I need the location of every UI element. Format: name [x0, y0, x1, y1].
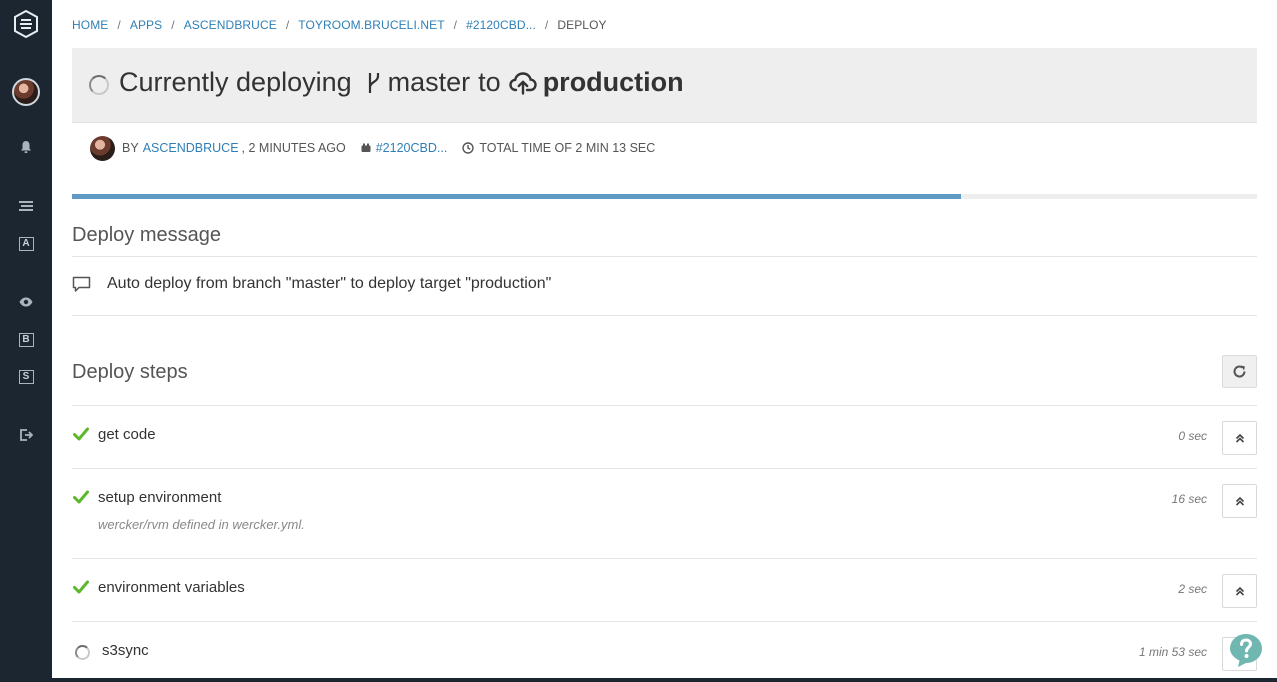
- step-duration: 1 min 53 sec: [1138, 645, 1207, 659]
- deploy-header: Currently deploying master to production: [72, 48, 1257, 123]
- window-bottom-edge: [52, 678, 1277, 682]
- check-icon: [73, 427, 89, 446]
- sidebar-item-s[interactable]: S: [0, 367, 52, 387]
- author-link[interactable]: ASCENDBRUCE: [143, 141, 239, 155]
- time-ago: , 2 MINUTES AGO: [241, 141, 346, 155]
- breadcrumb-separator: /: [117, 18, 121, 32]
- breadcrumb-separator: /: [285, 18, 290, 32]
- page-title: Currently deploying master to production: [89, 67, 684, 98]
- check-icon: [73, 490, 89, 509]
- clock-icon: [462, 142, 475, 154]
- refresh-button[interactable]: [1222, 355, 1257, 388]
- title-connector: to: [478, 67, 501, 97]
- collapse-button[interactable]: [1222, 421, 1257, 455]
- cloud-upload-icon: [508, 71, 537, 95]
- chevron-double-up-icon: [1235, 586, 1245, 596]
- step-duration: 2 sec: [1178, 582, 1207, 596]
- sidebar-item-b[interactable]: B: [0, 330, 52, 350]
- help-chat-icon[interactable]: [1228, 632, 1264, 668]
- breadcrumb-home[interactable]: HOME: [72, 18, 108, 32]
- deploy-progress-fill: [72, 194, 961, 199]
- deploy-message-text: Auto deploy from branch "master" to depl…: [107, 275, 552, 292]
- sign-out-icon[interactable]: [0, 425, 52, 445]
- loading-spinner-icon: [89, 74, 109, 95]
- avatar: [12, 78, 40, 106]
- breadcrumb-user[interactable]: ASCENDBRUCE: [184, 18, 277, 32]
- title-prefix: Currently deploying: [119, 67, 352, 97]
- collapse-button[interactable]: [1222, 574, 1257, 608]
- deploy-progress-bar: [72, 194, 1257, 199]
- refresh-icon: [1232, 364, 1247, 379]
- collapse-button[interactable]: [1222, 484, 1257, 518]
- branch-icon: [366, 71, 382, 95]
- author-avatar: [90, 135, 115, 161]
- chevron-double-up-icon: [1235, 496, 1245, 506]
- breadcrumb-commit[interactable]: #2120CBD...: [466, 18, 536, 32]
- breadcrumb-current: DEPLOY: [557, 18, 607, 32]
- letter-s-icon: S: [18, 370, 34, 384]
- commit-link[interactable]: #2120CBD...: [376, 141, 448, 155]
- commit-icon: [361, 143, 371, 153]
- breadcrumb-separator: /: [453, 18, 458, 32]
- breadcrumb: HOME / APPS / ASCENDBRUCE / TOYROOM.BRUC…: [72, 17, 607, 33]
- deploy-message: Auto deploy from branch "master" to depl…: [72, 275, 551, 293]
- breadcrumb-separator: /: [171, 18, 175, 32]
- breadcrumb-app[interactable]: TOYROOM.BRUCELI.NET: [298, 18, 444, 32]
- letter-b-icon: B: [18, 333, 34, 347]
- step-duration: 16 sec: [1171, 492, 1207, 506]
- divider: [72, 558, 1257, 559]
- sidebar: A B S: [0, 0, 52, 682]
- deploy-meta: BY ASCENDBRUCE , 2 MINUTES AGO #2120CBD.…: [90, 135, 655, 161]
- divider: [72, 405, 1257, 406]
- sidebar-item-a[interactable]: A: [0, 234, 52, 254]
- divider: [72, 256, 1257, 257]
- loading-spinner-icon: [75, 645, 90, 660]
- deploy-message-title: Deploy message: [72, 224, 221, 246]
- check-icon: [73, 580, 89, 599]
- total-time: TOTAL TIME OF 2 MIN 13 SEC: [479, 141, 656, 155]
- chevron-double-up-icon: [1235, 433, 1245, 443]
- breadcrumb-apps[interactable]: APPS: [130, 18, 162, 32]
- letter-a-icon: A: [18, 237, 34, 251]
- user-avatar[interactable]: [0, 77, 52, 107]
- step-duration: 0 sec: [1178, 429, 1207, 443]
- comment-icon: [72, 276, 91, 293]
- logo-icon[interactable]: [0, 8, 52, 40]
- divider: [72, 621, 1257, 622]
- target-name: production: [542, 67, 684, 97]
- step-name: s3sync: [102, 642, 149, 659]
- divider: [72, 468, 1257, 469]
- eye-icon[interactable]: [0, 292, 52, 312]
- divider: [72, 315, 1257, 316]
- bell-icon[interactable]: [0, 137, 52, 157]
- by-label: BY: [122, 141, 139, 155]
- list-icon[interactable]: [0, 196, 52, 216]
- deploy-steps-title: Deploy steps: [72, 361, 188, 383]
- step-name: setup environment: [98, 489, 222, 506]
- breadcrumb-separator: /: [544, 18, 549, 32]
- branch-name: master: [387, 67, 471, 97]
- step-description: wercker/rvm defined in wercker.yml.: [98, 517, 305, 532]
- step-name: get code: [98, 426, 156, 443]
- step-name: environment variables: [98, 579, 245, 596]
